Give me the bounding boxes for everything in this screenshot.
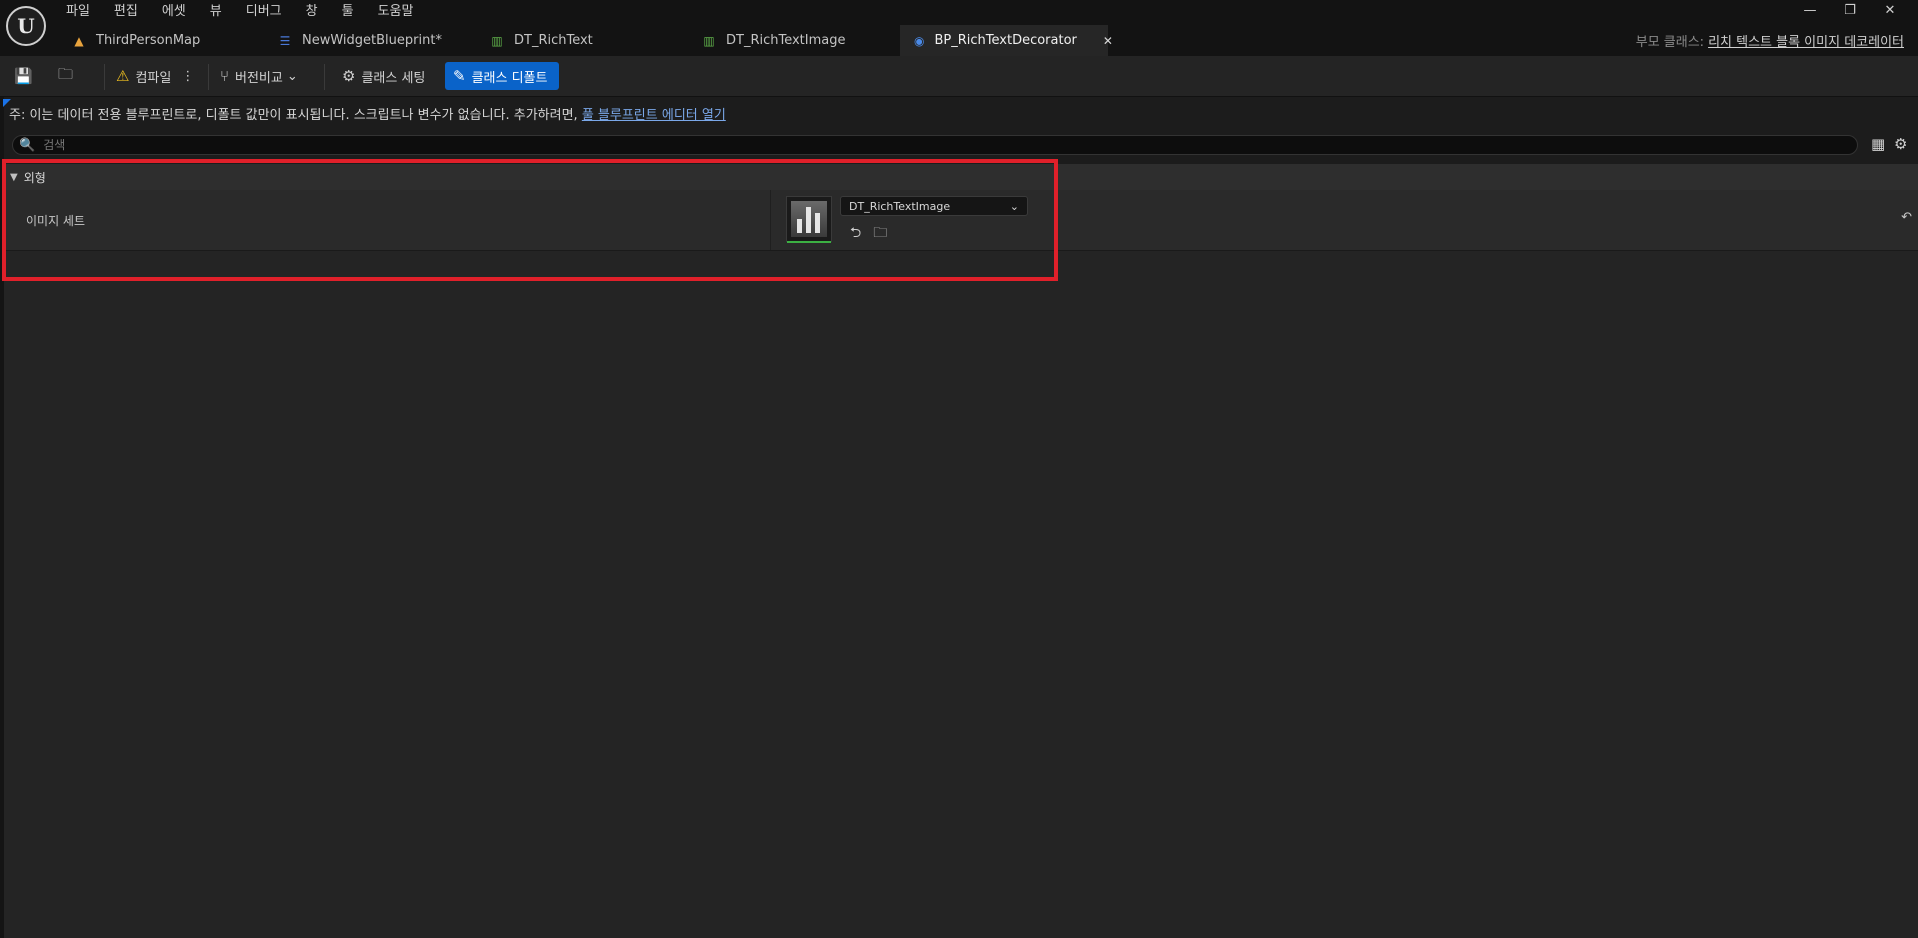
tab-label: DT_RichTextImage [726,33,846,48]
search-bar: 🔍 [12,135,1858,155]
blueprint-class-icon: ◉ [914,33,925,48]
tab-label: NewWidgetBlueprint* [302,33,442,48]
settings-gear-icon[interactable]: ⚙ [1894,135,1907,153]
menu-help[interactable]: 도움말 [378,3,414,21]
search-icon: 🔍 [19,137,36,153]
class-defaults-label: 클래스 디폴트 [471,70,548,86]
menu-edit[interactable]: 편집 [114,3,138,21]
menu-view[interactable]: 뷰 [210,3,222,21]
diff-button[interactable]: ⑂ 버전비교 ⌄ [220,62,298,90]
tab-label: DT_RichText [514,33,593,48]
close-tab-icon[interactable]: ✕ [1103,34,1113,48]
compile-warning-icon: ⚠ [116,67,130,85]
close-window-icon[interactable]: ✕ [1870,2,1910,20]
restore-icon[interactable]: ❐ [1830,2,1870,20]
widget-blueprint-icon: ☰ [279,33,291,48]
diff-icon: ⑂ [220,67,230,85]
map-icon: ▲ [74,33,84,48]
class-settings-label: 클래스 세팅 [361,70,426,86]
menu-file[interactable]: 파일 [66,3,90,21]
browse-button[interactable]: 🗀 [58,62,79,90]
search-input[interactable] [41,137,1746,153]
open-full-editor-link[interactable]: 풀 블루프린트 에디터 열기 [582,108,726,123]
class-settings-button[interactable]: ⚙ 클래스 세팅 [342,62,425,90]
toolbar-divider [208,64,209,90]
data-only-note: 주: 이는 데이터 전용 블루프린트로, 디폴트 값만이 표시됩니다. 스크립트… [9,104,726,123]
compile-button[interactable]: ⚠ 컴파일 ⋮ [116,62,194,90]
menu-tools[interactable]: 툴 [342,3,354,21]
parent-class-info: 부모 클래스: 리치 텍스트 블록 이미지 데코레이터 [1636,31,1904,50]
chevron-down-icon: ⌄ [286,68,298,84]
data-table-icon: ▥ [703,33,715,48]
menu-debug[interactable]: 디버그 [246,3,282,21]
property-matrix-icon[interactable]: ▦ [1871,135,1885,153]
tab-dt-richtext[interactable]: ▥ DT_RichText [476,25,688,56]
save-icon: 💾 [14,67,33,85]
note-text: 주: 이는 데이터 전용 블루프린트로, 디폴트 값만이 표시됩니다. 스크립트… [9,108,578,123]
tab-bp-richtextdecorator[interactable]: ◉ BP_RichTextDecorator ✕ [900,25,1113,56]
tab-label: BP_RichTextDecorator [934,33,1077,48]
toolbar-divider [324,64,325,90]
diff-label: 버전비교 [235,70,283,86]
tab-dt-richtextimage[interactable]: ▥ DT_RichTextImage [688,25,900,56]
window-controls: — ❐ ✕ [1790,2,1910,20]
data-table-icon: ▥ [491,33,503,48]
tab-newwidgetblueprint[interactable]: ☰ NewWidgetBlueprint* [264,25,476,56]
unreal-logo-icon[interactable]: U [6,6,46,46]
browse-folder-icon: 🗀 [58,64,74,83]
document-tabs: ▲ ThirdPersonMap ☰ NewWidgetBlueprint* ▥… [58,25,1113,56]
toolbar: 💾 🗀 ⚠ 컴파일 ⋮ ⑂ 버전비교 ⌄ ⚙ 클래스 세팅 ✎ 클래스 디폴트 [0,56,1918,97]
tab-thirdpersonmap[interactable]: ▲ ThirdPersonMap [58,25,264,56]
save-button[interactable]: 💾 [14,62,39,90]
title-bar: U 파일 편집 에셋 뷰 디버그 창 툴 도움말 ▲ ThirdPersonMa… [0,0,1918,56]
compile-options-icon[interactable]: ⋮ [181,69,194,84]
tab-label: ThirdPersonMap [96,33,201,48]
class-defaults-button[interactable]: ✎ 클래스 디폴트 [445,62,559,90]
reset-to-default-icon[interactable]: ↶ [1901,210,1912,225]
menu-asset[interactable]: 에셋 [162,3,186,21]
gear-icon: ⚙ [342,67,356,85]
parent-class-link[interactable]: 리치 텍스트 블록 이미지 데코레이터 [1708,35,1904,50]
minimize-icon[interactable]: — [1790,2,1830,20]
menu-window[interactable]: 창 [306,3,318,21]
parent-class-prefix: 부모 클래스: [1635,35,1705,50]
toolbar-divider [104,64,105,90]
compile-label: 컴파일 [135,70,172,86]
highlight-box [2,159,1058,281]
menu-bar: 파일 편집 에셋 뷰 디버그 창 툴 도움말 [66,3,437,21]
edit-defaults-icon: ✎ [453,67,466,85]
